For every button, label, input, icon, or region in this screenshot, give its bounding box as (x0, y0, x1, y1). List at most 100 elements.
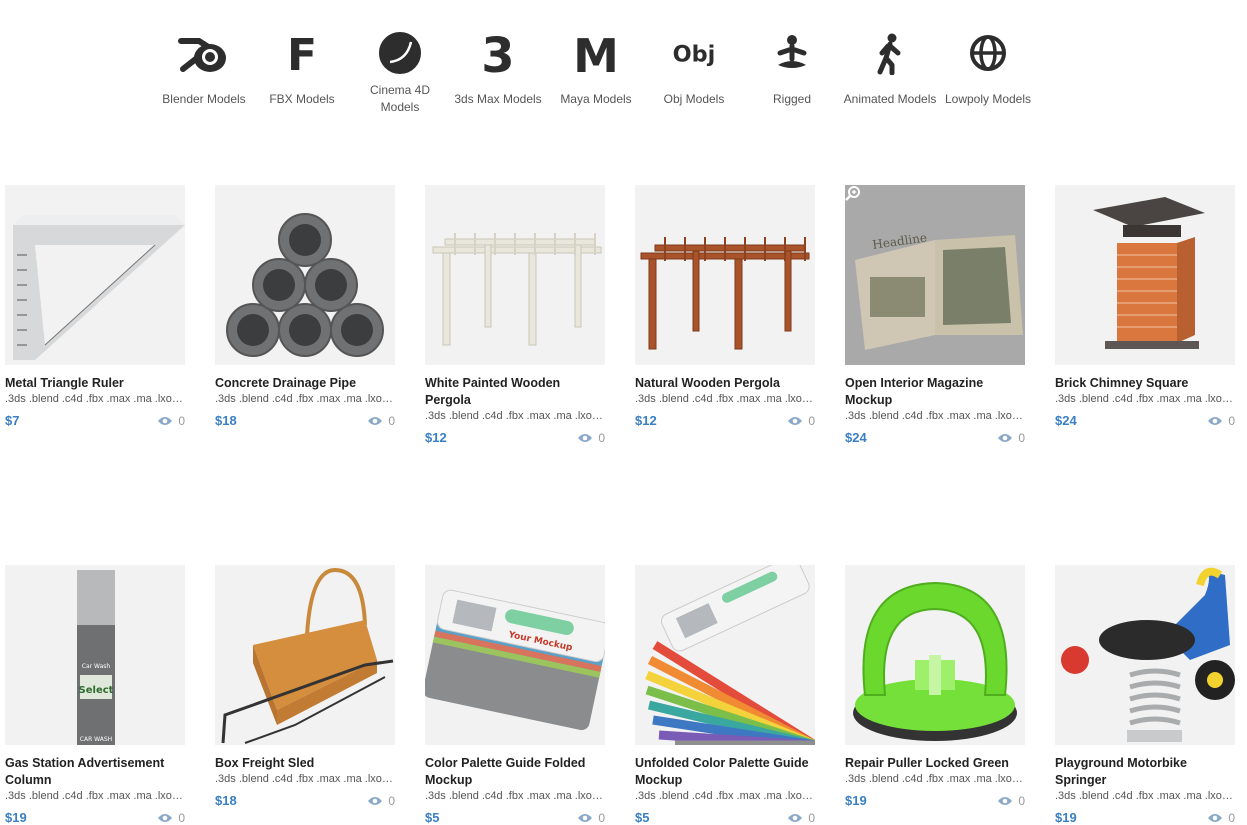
product-price[interactable]: $19 (1055, 810, 1077, 825)
view-count: 0 (368, 414, 395, 428)
product-card: Unfolded Color Palette Guide Mockup .3ds… (635, 565, 815, 825)
product-formats: .3ds .blend .c4d .fbx .max .ma .lxo .obj (5, 393, 183, 405)
product-price[interactable]: $24 (1055, 413, 1077, 428)
view-count: 0 (1208, 414, 1235, 428)
product-card: Concrete Drainage Pipe .3ds .blend .c4d … (215, 185, 395, 445)
product-meta: $12 0 (425, 430, 605, 445)
obj-icon-glyph: Obj (673, 41, 716, 67)
lowpoly-icon (960, 28, 1016, 78)
product-thumbnail[interactable] (635, 185, 815, 365)
view-count: 0 (788, 811, 815, 825)
product-card: White Painted Wooden Pergola .3ds .blend… (425, 185, 605, 445)
product-thumbnail[interactable] (215, 185, 395, 365)
product-title[interactable]: Natural Wooden Pergola (635, 375, 815, 392)
eye-icon (158, 813, 173, 822)
product-price[interactable]: $24 (845, 430, 867, 445)
product-meta: $18 0 (215, 413, 395, 428)
product-card: Your Mockup Color Palette Guide Folded M… (425, 565, 605, 825)
view-count: 0 (158, 811, 185, 825)
category-cinema4d[interactable]: Cinema 4D Models (351, 28, 449, 117)
view-count: 0 (368, 794, 395, 808)
cinema4d-icon (372, 28, 428, 78)
product-thumbnail[interactable]: Car Wash Select CAR WASH (5, 565, 185, 745)
view-count-value: 0 (1228, 810, 1235, 825)
eye-icon (578, 813, 593, 822)
product-formats: .3ds .blend .c4d .fbx .max .ma .lxo .obj (215, 393, 393, 405)
product-thumbnail[interactable] (425, 185, 605, 365)
view-count: 0 (998, 431, 1025, 445)
view-count-value: 0 (388, 413, 395, 428)
category-obj[interactable]: Obj Obj Models (645, 28, 743, 117)
view-count-value: 0 (388, 793, 395, 808)
eye-icon (788, 813, 803, 822)
product-thumbnail[interactable] (845, 565, 1025, 745)
maya-icon: M (568, 28, 624, 78)
product-card: Repair Puller Locked Green .3ds .blend .… (845, 565, 1025, 825)
eye-icon (578, 433, 593, 442)
column-text-select: Select (79, 685, 114, 696)
product-title[interactable]: Repair Puller Locked Green (845, 755, 1025, 772)
category-lowpoly[interactable]: Lowpoly Models (939, 28, 1037, 117)
product-meta: $19 0 (5, 810, 185, 825)
category-3dsmax[interactable]: 3 3ds Max Models (449, 28, 547, 117)
product-price[interactable]: $19 (845, 793, 867, 808)
product-title[interactable]: Box Freight Sled (215, 755, 395, 772)
product-title[interactable]: Color Palette Guide Folded Mockup (425, 755, 605, 789)
obj-icon: Obj (666, 28, 722, 78)
product-thumbnail[interactable] (1055, 185, 1235, 365)
view-count-value: 0 (1018, 793, 1025, 808)
product-price[interactable]: $12 (425, 430, 447, 445)
product-meta: $24 0 (1055, 413, 1235, 428)
category-fbx[interactable]: F FBX Models (253, 28, 351, 117)
zoom-icon[interactable] (845, 185, 861, 201)
product-title[interactable]: Gas Station Advertisement Column (5, 755, 185, 789)
product-title[interactable]: White Painted Wooden Pergola (425, 375, 605, 409)
category-animated[interactable]: Animated Models (841, 28, 939, 117)
category-maya[interactable]: M Maya Models (547, 28, 645, 117)
product-thumbnail[interactable]: Headline (845, 185, 1025, 365)
product-formats: .3ds .blend .c4d .fbx .max .ma .lxo .obj (425, 790, 603, 802)
3dsmax-icon-glyph: 3 (481, 30, 514, 76)
product-price[interactable]: $18 (215, 793, 237, 808)
category-label: Lowpoly Models (944, 91, 1032, 106)
product-price[interactable]: $7 (5, 413, 19, 428)
eye-icon (158, 416, 173, 425)
fbx-icon-glyph: F (287, 30, 317, 76)
product-title[interactable]: Brick Chimney Square (1055, 375, 1235, 392)
view-count-value: 0 (598, 810, 605, 825)
category-label: 3ds Max Models (454, 91, 542, 106)
product-title[interactable]: Metal Triangle Ruler (5, 375, 185, 392)
product-price[interactable]: $5 (425, 810, 439, 825)
animated-icon (862, 28, 918, 78)
product-meta: $18 0 (215, 793, 395, 808)
product-thumbnail[interactable] (215, 565, 395, 745)
product-thumbnail[interactable] (5, 185, 185, 365)
category-label: Maya Models (560, 91, 632, 106)
view-count-value: 0 (598, 430, 605, 445)
product-formats: .3ds .blend .c4d .fbx .max .ma .lxo .obj (425, 410, 603, 422)
category-rigged[interactable]: Rigged (743, 28, 841, 117)
product-title[interactable]: Open Interior Magazine Mockup (845, 375, 1025, 409)
product-price[interactable]: $19 (5, 810, 27, 825)
product-title[interactable]: Concrete Drainage Pipe (215, 375, 395, 392)
view-count: 0 (788, 414, 815, 428)
product-price[interactable]: $5 (635, 810, 649, 825)
product-thumbnail[interactable] (635, 565, 815, 745)
blender-icon (176, 28, 232, 78)
eye-icon (998, 796, 1013, 805)
view-count: 0 (998, 794, 1025, 808)
product-thumbnail[interactable] (1055, 565, 1235, 745)
category-blender[interactable]: Blender Models (155, 28, 253, 117)
product-meta: $5 0 (635, 810, 815, 825)
product-card: Natural Wooden Pergola .3ds .blend .c4d … (635, 185, 815, 445)
view-count-value: 0 (808, 413, 815, 428)
view-count-value: 0 (808, 810, 815, 825)
column-text-carwash-footer: CAR WASH (80, 736, 112, 743)
product-card: Brick Chimney Square .3ds .blend .c4d .f… (1055, 185, 1235, 445)
product-title[interactable]: Playground Motorbike Springer (1055, 755, 1235, 789)
product-thumbnail[interactable]: Your Mockup (425, 565, 605, 745)
product-price[interactable]: $18 (215, 413, 237, 428)
product-price[interactable]: $12 (635, 413, 657, 428)
product-title[interactable]: Unfolded Color Palette Guide Mockup (635, 755, 815, 789)
product-card: Headline Open Interior Magazine Mockup .… (845, 185, 1025, 445)
